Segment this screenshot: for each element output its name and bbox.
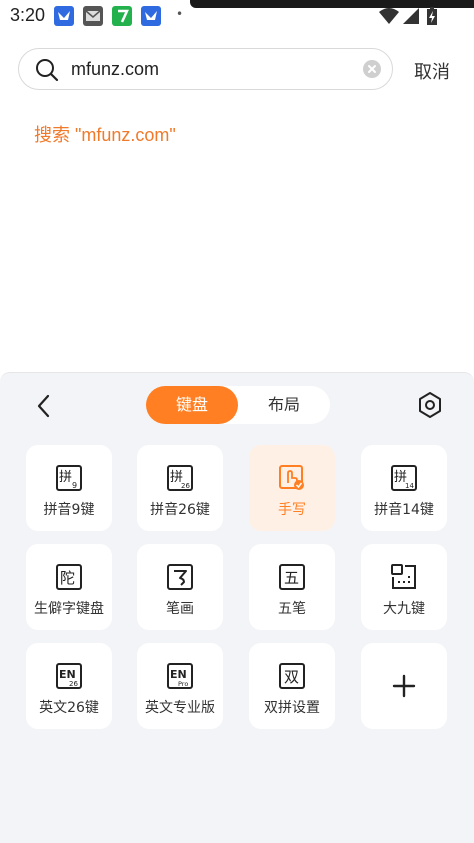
- tile-label: 英文专业版: [145, 700, 215, 716]
- tile-shuangpin[interactable]: 双 双拼设置: [249, 643, 335, 729]
- svg-text:五: 五: [284, 569, 299, 587]
- svg-text:Pro: Pro: [178, 680, 188, 688]
- handwriting-icon: [279, 465, 304, 490]
- feishu-icon: [141, 6, 161, 26]
- plus-icon: [392, 674, 416, 698]
- big-nine-icon: [391, 564, 416, 589]
- wubi-icon: 五: [279, 564, 305, 590]
- tile-label: 拼音9键: [43, 502, 95, 518]
- tile-english-pro[interactable]: EN Pro 英文专业版: [137, 643, 223, 729]
- search-box[interactable]: [18, 48, 393, 90]
- stroke-icon: [167, 564, 193, 590]
- tile-label: 双拼设置: [264, 700, 320, 716]
- tile-pinyin-9[interactable]: 拼 9 拼音9键: [26, 445, 112, 531]
- back-icon[interactable]: [34, 393, 54, 419]
- status-time: 3:20: [10, 5, 46, 25]
- tile-rare-char[interactable]: 陀 生僻字键盘: [26, 544, 112, 630]
- tile-label: 笔画: [166, 601, 194, 617]
- svg-text:陀: 陀: [60, 569, 75, 587]
- tab-layout[interactable]: 布局: [238, 386, 330, 424]
- tile-label: 拼音26键: [150, 502, 210, 518]
- tile-stroke[interactable]: 笔画: [137, 544, 223, 630]
- mail-icon: [83, 6, 103, 26]
- search-icon: [36, 59, 59, 82]
- tile-wubi[interactable]: 五 五笔: [249, 544, 335, 630]
- tile-label: 生僻字键盘: [34, 601, 104, 617]
- search-input[interactable]: [71, 49, 351, 89]
- svg-text:9: 9: [72, 481, 77, 490]
- tile-big-nine[interactable]: 大九键: [361, 544, 447, 630]
- tile-label: 五笔: [278, 601, 306, 617]
- english-26-icon: EN 26: [56, 663, 82, 689]
- add-keyboard-button[interactable]: [361, 643, 447, 729]
- svg-text:26: 26: [181, 482, 190, 490]
- app-7-icon: [112, 6, 132, 26]
- svg-text:拼: 拼: [59, 470, 72, 485]
- tab-keyboard[interactable]: 键盘: [146, 386, 238, 424]
- shuangpin-icon: 双: [279, 663, 305, 689]
- feishu-icon: [54, 6, 74, 26]
- signal-icon: [403, 8, 419, 24]
- cancel-button[interactable]: 取消: [414, 58, 450, 84]
- svg-text:26: 26: [69, 680, 78, 688]
- tile-handwriting[interactable]: 手写: [249, 445, 335, 531]
- status-bar: 3:20 •: [0, 0, 474, 32]
- keyboard-panel: 键盘 布局 拼 9 拼音9键 拼 26 拼音26键 手写 拼 14 拼音14键 …: [0, 372, 474, 843]
- svg-text:14: 14: [405, 482, 414, 490]
- battery-icon: [427, 7, 437, 25]
- clear-icon[interactable]: [363, 60, 381, 78]
- pinyin-26-icon: 拼 26: [167, 465, 193, 491]
- tile-label: 大九键: [383, 601, 425, 617]
- pinyin-9-icon: 拼 9: [56, 465, 82, 491]
- settings-icon[interactable]: [417, 391, 443, 419]
- tile-label: 手写: [278, 502, 306, 518]
- svg-text:双: 双: [284, 668, 299, 686]
- tile-label: 英文26键: [39, 700, 99, 716]
- english-pro-icon: EN Pro: [167, 663, 193, 689]
- rare-char-icon: 陀: [56, 564, 82, 590]
- tile-english-26[interactable]: EN 26 英文26键: [26, 643, 112, 729]
- tile-pinyin-26[interactable]: 拼 26 拼音26键: [137, 445, 223, 531]
- status-dot: •: [176, 7, 184, 21]
- wifi-icon: [379, 8, 399, 24]
- segment-control: 键盘 布局: [146, 386, 330, 424]
- pinyin-14-icon: 拼 14: [391, 465, 417, 491]
- tile-pinyin-14[interactable]: 拼 14 拼音14键: [361, 445, 447, 531]
- tile-label: 拼音14键: [374, 502, 434, 518]
- search-suggestion[interactable]: 搜索 "mfunz.com": [34, 121, 176, 147]
